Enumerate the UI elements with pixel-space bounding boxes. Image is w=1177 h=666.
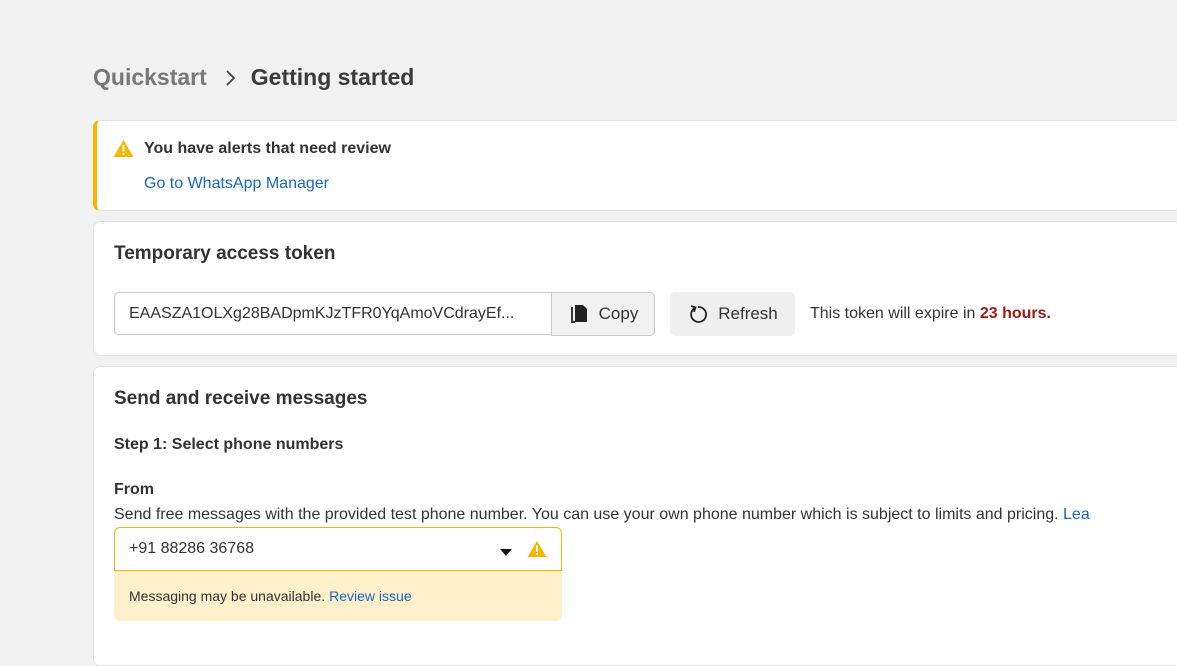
refresh-icon — [687, 303, 709, 325]
messaging-warning-banner: Messaging may be unavailable. Review iss… — [114, 571, 562, 621]
from-description: Send free messages with the provided tes… — [114, 506, 1090, 524]
chevron-right-icon — [219, 67, 241, 89]
expiry-prefix: This token will expire in — [810, 305, 976, 322]
alert-header: You have alerts that need review — [113, 139, 391, 158]
alert-card: You have alerts that need review Go to W… — [93, 120, 1177, 211]
warning-icon — [527, 540, 547, 558]
step1-title: Step 1: Select phone numbers — [114, 436, 344, 453]
token-card: Temporary access token EAASZA1OLXg28BADp… — [93, 221, 1177, 356]
copy-icon — [568, 303, 590, 325]
messages-card: Send and receive messages Step 1: Select… — [93, 366, 1177, 666]
caret-down-icon — [499, 544, 513, 556]
copy-button[interactable]: Copy — [551, 292, 655, 336]
token-section-title: Temporary access token — [114, 243, 336, 264]
warning-text: Messaging may be unavailable. — [129, 588, 326, 604]
from-phone-select[interactable]: +91 88286 36768 — [114, 527, 562, 571]
messages-section-title: Send and receive messages — [114, 388, 368, 409]
breadcrumb: Quickstart Getting started — [93, 64, 414, 91]
warning-icon — [113, 139, 134, 158]
learn-more-link[interactable]: Lea — [1063, 506, 1090, 523]
copy-label: Copy — [598, 304, 639, 323]
breadcrumb-quickstart[interactable]: Quickstart — [93, 64, 207, 91]
alert-title: You have alerts that need review — [144, 139, 391, 157]
from-label: From — [114, 481, 154, 498]
access-token-field[interactable]: EAASZA1OLXg28BADpmKJzTFR0YqAmoVCdrayEf..… — [114, 292, 552, 335]
from-description-text: Send free messages with the provided tes… — [114, 506, 1059, 523]
phone-number-value: +91 88286 36768 — [129, 540, 255, 557]
expiry-hours: 23 hours. — [979, 305, 1051, 322]
token-expiry-text: This token will expire in 23 hours. — [810, 305, 1051, 323]
whatsapp-manager-link[interactable]: Go to WhatsApp Manager — [144, 175, 329, 193]
refresh-label: Refresh — [718, 304, 778, 323]
page-title: Getting started — [250, 64, 415, 90]
refresh-button[interactable]: Refresh — [670, 292, 795, 336]
review-issue-link[interactable]: Review issue — [329, 588, 411, 604]
